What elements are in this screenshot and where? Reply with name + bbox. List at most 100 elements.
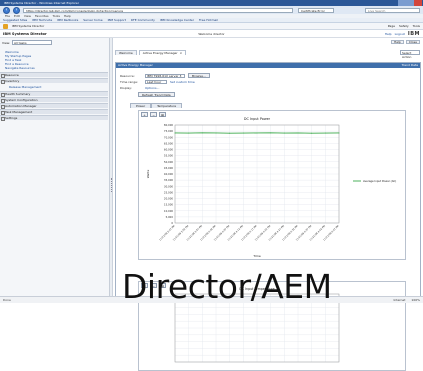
form-row-refresh: Refresh Trend Data [138, 92, 175, 97]
sidebar-section-task-management[interactable]: Task Management [0, 109, 108, 114]
data-point [202, 132, 203, 133]
data-point [188, 133, 189, 134]
y-tick-label: 75,000 [164, 129, 173, 133]
address-bar: ‹ › https://director.lab.ibm.com/ibm/con… [0, 6, 423, 14]
data-point [298, 132, 299, 133]
sidebar-section-automation[interactable]: Automation Manager [0, 103, 108, 108]
sidebar-section-configuration[interactable]: System Configuration [0, 97, 108, 102]
navigation-sidebar: View: All tasks Welcome My Startup Pages… [0, 38, 110, 303]
favorite-link[interactable]: Server home [83, 18, 102, 22]
url-field[interactable]: https://director.lab.ibm.com/ibm/console… [23, 8, 293, 13]
y-tick-label: 45,000 [164, 166, 173, 170]
timerange-select[interactable]: Last hour [145, 80, 167, 84]
y-tick-label: 5,000 [166, 215, 174, 219]
data-point [229, 133, 230, 134]
y-tick-label: 70,000 [164, 135, 173, 139]
data-point [175, 132, 176, 133]
chart-title: DC Input Power [244, 117, 271, 121]
view-select[interactable]: All tasks [12, 40, 52, 45]
favorite-link[interactable]: IBM Redbooks [57, 18, 78, 22]
page-tabs: Welcome Active Energy Manager× [115, 50, 186, 55]
security-zone: Internet [394, 298, 406, 302]
y-tick-label: 15,000 [164, 203, 173, 207]
favorite-link[interactable]: Suggested Sites [3, 18, 27, 22]
y-tick-label: 25,000 [164, 190, 173, 194]
tab-temperature[interactable]: Temperature [151, 103, 182, 108]
zoom-in-icon[interactable]: + [141, 112, 148, 117]
y-tick-label: 40,000 [164, 172, 173, 176]
form-row-timerange: Time range: Last hour Set custom time [120, 80, 195, 84]
y-tick-label: 80,000 [164, 123, 173, 127]
close-tab-icon[interactable]: × [180, 51, 183, 55]
close-page-button[interactable]: Close [406, 40, 420, 44]
sidebar-link-navigate-resources[interactable]: Navigate Resources [5, 66, 35, 70]
status-text: Done [3, 298, 11, 302]
status-zone: Internet 100% [394, 298, 421, 302]
data-point [270, 132, 271, 133]
y-tick-label: 55,000 [164, 154, 173, 158]
browse-button[interactable]: Browse... [188, 73, 210, 78]
watermark-caption: Director/AEM [122, 270, 332, 303]
welcome-text: Welcome director [0, 32, 423, 36]
sidebar-section-resource[interactable]: Resource [0, 72, 108, 77]
sidebar-link-release[interactable]: Release Management [9, 85, 41, 89]
page-buttons: Help Close [391, 40, 420, 44]
app-header: IBM Systems Director Welcome director He… [0, 30, 423, 38]
data-point [243, 133, 244, 134]
search-input[interactable]: Live Search [365, 8, 420, 13]
favorite-link[interactable]: IBM Support [108, 18, 126, 22]
favorite-link[interactable]: Free Hotmail [199, 18, 218, 22]
tab-power[interactable]: Power [130, 103, 151, 108]
power-chart: DC Input Power80,00075,00070,00065,00060… [139, 111, 411, 259]
y-tick-label: 35,000 [164, 178, 173, 182]
legend-label: Average Input Power (AC) [363, 179, 396, 183]
forward-arrow-icon[interactable]: › [13, 7, 20, 14]
back-arrow-icon[interactable]: ‹ [3, 7, 10, 14]
sidebar-section-settings[interactable]: Settings [0, 115, 108, 120]
resource-select[interactable]: IBM 7998-61X server 3 [145, 74, 185, 78]
favorite-link[interactable]: IBM Technote [32, 18, 52, 22]
panel-subtitle: Trend Data [402, 63, 418, 68]
select-action-dropdown[interactable]: Select Action [400, 50, 420, 55]
power-chart-container: + − ▤ DC Input Power80,00075,00070,00065… [138, 110, 406, 260]
help-button[interactable]: Help [391, 40, 404, 44]
zoom-level[interactable]: 100% [411, 298, 420, 302]
data-point [257, 132, 258, 133]
toolbar-tools[interactable]: Tools [413, 24, 420, 28]
y-tick-label: 10,000 [164, 209, 173, 213]
tab-welcome[interactable]: Welcome [115, 50, 137, 55]
form-row-display: Display: Options... [120, 86, 159, 90]
sidebar-section-inventory[interactable]: Inventory [0, 78, 108, 83]
browser-tab[interactable]: IBM Systems Director [12, 24, 44, 28]
options-link[interactable]: Options... [145, 86, 159, 90]
view-filter: View: All tasks [2, 40, 52, 45]
sidebar-section-health[interactable]: Health Summary [0, 91, 108, 96]
window-title: IBM Systems Director - Windows Internet … [4, 1, 79, 5]
favorites-star-icon[interactable] [3, 24, 8, 29]
favorite-link[interactable]: RFE Community [131, 18, 155, 22]
custom-time-link[interactable]: Set custom time [170, 80, 195, 84]
print-icon[interactable]: ▤ [159, 112, 166, 117]
data-point [325, 133, 326, 134]
y-tick-label: 50,000 [164, 160, 173, 164]
y-tick-label: 60,000 [164, 148, 173, 152]
view-label: View: [2, 41, 10, 45]
tab-active-energy-manager[interactable]: Active Energy Manager× [139, 50, 186, 55]
y-tick-label: 20,000 [164, 197, 173, 201]
toolbar-page[interactable]: Page [388, 24, 395, 28]
refresh-trend-button[interactable]: Refresh Trend Data [138, 92, 175, 97]
trend-form: Resource: IBM 7998-61X server 3 Browse..… [120, 73, 416, 99]
panel-title: Active Energy Manager [118, 63, 153, 68]
chart-toolbar: + − ▤ [141, 112, 166, 117]
data-point [311, 133, 312, 134]
panel-header: Active Energy Manager Trend Data [116, 63, 420, 68]
chart-tabs: Power Temperature [130, 103, 182, 108]
tab-label: Welcome [119, 51, 133, 55]
favorite-link[interactable]: IBM Knowledge Center [160, 18, 194, 22]
certificate-error-badge[interactable]: Certificate Error [298, 8, 334, 13]
data-point [216, 132, 217, 133]
x-axis-label: Time [252, 254, 260, 258]
zoom-out-icon[interactable]: − [150, 112, 157, 117]
form-row-resource: Resource: IBM 7998-61X server 3 Browse..… [120, 73, 210, 78]
toolbar-safety[interactable]: Safety [399, 24, 409, 28]
